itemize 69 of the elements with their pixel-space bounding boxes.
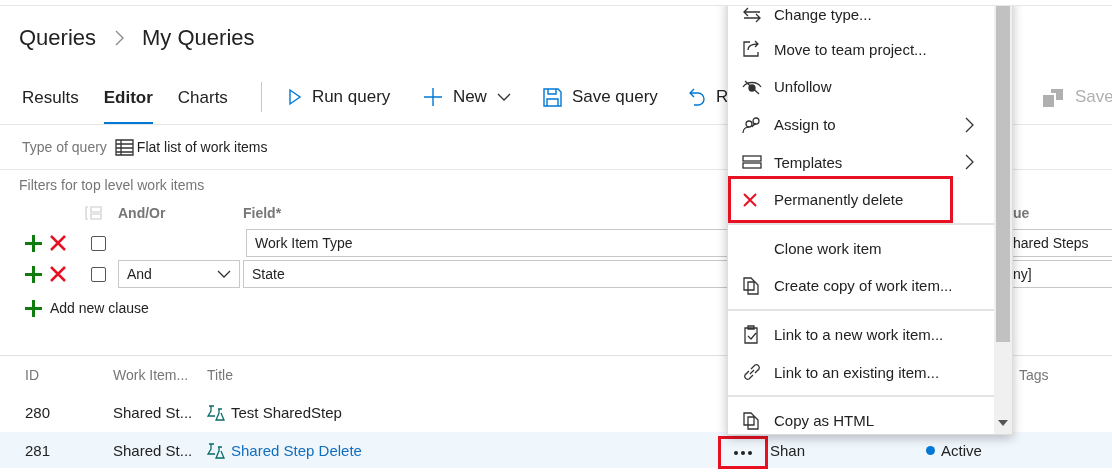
column-header: Field* (243, 205, 282, 221)
section-title: Filters for top level work items (19, 176, 205, 195)
tab[interactable]: Results (22, 70, 79, 124)
table-row[interactable]: 281 Shared St... Shared Step Delete Shan Active (0, 432, 1112, 468)
column-header[interactable]: Title (207, 367, 233, 383)
eye-slash-icon (742, 79, 762, 95)
chevron-down-icon (496, 93, 511, 101)
menu-item[interactable]: Change type... (728, 6, 994, 31)
table-cell: Active (941, 441, 982, 459)
clipboard-check-icon (742, 325, 760, 345)
table-cell-text: 280 (25, 403, 52, 421)
toolbar-button[interactable]: New (422, 70, 543, 124)
ellipsis-icon (734, 450, 752, 455)
chevron-down-icon (217, 270, 231, 278)
menu-item[interactable]: Link to an existing item... (728, 353, 994, 391)
checkbox[interactable] (91, 235, 106, 251)
play-icon (287, 88, 302, 106)
column-header: ue (1013, 205, 1030, 221)
plus-icon[interactable] (25, 299, 42, 317)
plus-icon[interactable] (25, 234, 42, 252)
and-or-dropdown[interactable]: And (118, 260, 240, 288)
work-item-link[interactable]: Test SharedStep (231, 403, 342, 421)
swap-icon (742, 6, 762, 23)
close-icon (742, 191, 758, 208)
column-header: And/Or (118, 205, 166, 221)
undo-icon (687, 87, 706, 107)
menu-item[interactable]: Templates (728, 143, 994, 181)
link-icon (742, 362, 762, 383)
save-icon (542, 87, 562, 107)
table-cell-text: Shared St... (113, 403, 194, 421)
field-dropdown[interactable]: State (243, 260, 730, 288)
page-title: My Queries (142, 25, 255, 51)
more-button[interactable] (718, 436, 768, 469)
group-clauses-icon (84, 206, 102, 220)
column-header[interactable]: Tags (1019, 367, 1049, 383)
table-cell: Shan (770, 441, 806, 459)
menu-item[interactable]: Permanently delete (728, 180, 994, 219)
close-icon[interactable] (50, 235, 66, 251)
toolbar-button[interactable]: Save query (542, 70, 688, 124)
plus-icon[interactable] (25, 265, 42, 283)
save-items-icon (1043, 87, 1065, 107)
menu-item[interactable]: Move to team project... (728, 30, 994, 69)
scrollbar[interactable] (994, 6, 1012, 434)
query-type-picker[interactable]: Flat list of work items (114, 138, 268, 156)
checkbox[interactable] (91, 266, 106, 282)
template-icon (742, 154, 762, 171)
breadcrumb-link[interactable]: Queries (19, 25, 97, 51)
table-cell-text: Shared St... (113, 441, 194, 459)
tab[interactable]: Editor (103, 70, 153, 124)
table-row[interactable]: 280 Shared St... Test SharedStep (0, 394, 727, 430)
copy-icon (742, 411, 760, 430)
flask-icon (207, 441, 225, 459)
export-icon (742, 40, 762, 59)
close-icon[interactable] (50, 266, 66, 282)
chevron-right-icon (114, 30, 125, 46)
scroll-down-icon[interactable] (998, 420, 1008, 426)
plus-icon (422, 87, 443, 107)
column-header[interactable]: Work Item... (113, 367, 189, 383)
work-item-link[interactable]: Shared Step Delete (231, 441, 362, 459)
column-header[interactable]: ID (25, 367, 39, 383)
tab[interactable]: Charts (177, 70, 228, 124)
table-icon (114, 138, 134, 156)
toolbar-button[interactable]: Run query (287, 70, 423, 124)
copy-icon (742, 276, 760, 295)
table-cell-text: 281 (25, 441, 52, 459)
flask-icon (207, 403, 225, 421)
menu-item[interactable]: Copy as HTML (728, 401, 994, 434)
field-label: Type of query (22, 139, 107, 155)
people-icon (742, 115, 762, 134)
